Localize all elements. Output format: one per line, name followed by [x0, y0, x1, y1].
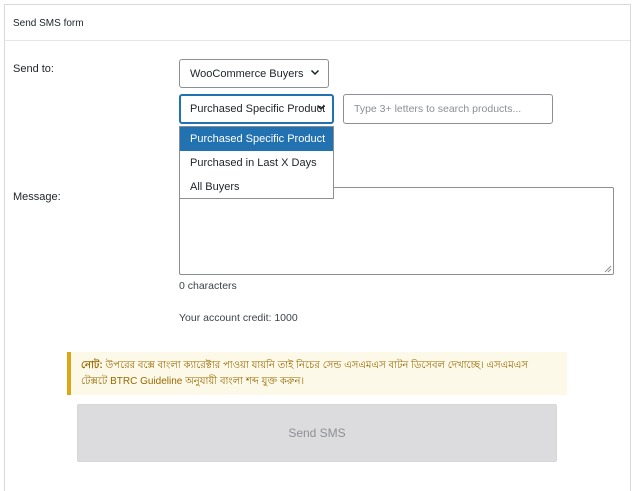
buyer-filter-value: Purchased Specific Product	[190, 103, 326, 115]
dropdown-option-all-buyers[interactable]: All Buyers	[180, 175, 333, 199]
panel-divider	[5, 40, 630, 41]
bangla-notice: নোট: উপরের বক্সে বাংলা ক্যারেক্টার পাওয়…	[67, 352, 567, 395]
send-sms-button[interactable]: Send SMS	[77, 404, 557, 462]
buyer-filter-select[interactable]: Purchased Specific Product	[179, 94, 334, 124]
message-textarea[interactable]	[179, 187, 614, 275]
notice-prefix: নোট:	[81, 360, 103, 371]
chevron-down-icon	[310, 67, 320, 77]
message-label: Message:	[13, 191, 61, 203]
chevron-down-icon	[316, 102, 326, 112]
recipient-type-value: WooCommerce Buyers	[190, 67, 304, 80]
product-search-input[interactable]: Type 3+ letters to search products...	[343, 94, 553, 124]
buyer-filter-dropdown: Purchased Specific Product Purchased in …	[179, 126, 334, 199]
panel-title: Send SMS form	[13, 18, 84, 29]
resize-handle-icon[interactable]	[603, 264, 612, 273]
dropdown-option-purchased-last-x-days[interactable]: Purchased in Last X Days	[180, 151, 333, 175]
character-count: 0 characters	[179, 280, 237, 292]
recipient-type-select[interactable]: WooCommerce Buyers	[179, 59, 329, 88]
dropdown-option-purchased-specific-product[interactable]: Purchased Specific Product	[180, 127, 333, 151]
send-to-label: Send to:	[13, 63, 54, 75]
product-search-placeholder: Type 3+ letters to search products...	[354, 103, 522, 115]
account-credit: Your account credit: 1000	[179, 312, 298, 324]
notice-text: উপরের বক্সে বাংলা ক্যারেক্টার পাওয়া যায…	[81, 360, 528, 387]
